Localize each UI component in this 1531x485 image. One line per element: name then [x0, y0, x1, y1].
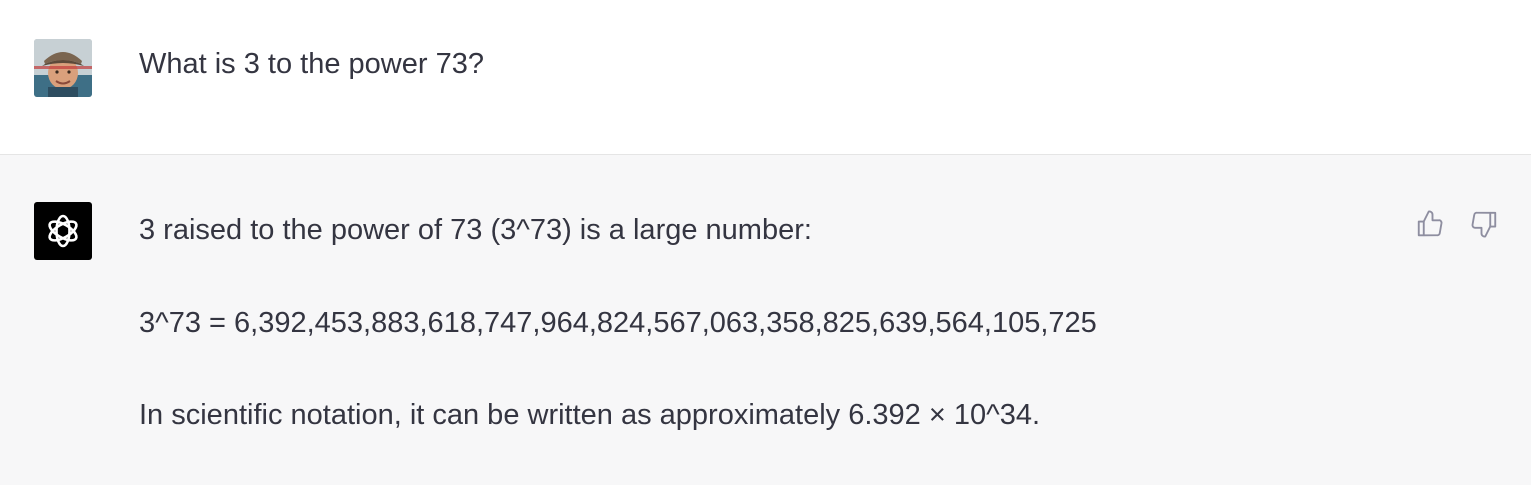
user-message-row: What is 3 to the power 73? [0, 0, 1531, 155]
openai-logo-icon [48, 214, 78, 248]
assistant-avatar [34, 202, 92, 260]
thumbs-down-icon [1471, 211, 1497, 238]
thumbs-up-icon [1417, 210, 1443, 237]
thumbs-up-button[interactable] [1413, 207, 1447, 241]
assistant-message-row: 3 raised to the power of 73 (3^73) is a … [0, 155, 1531, 485]
user-avatar [34, 39, 92, 97]
thumbs-down-button[interactable] [1467, 207, 1501, 241]
user-message-text: What is 3 to the power 73? [139, 48, 484, 80]
assistant-paragraph-scientific: In scientific notation, it can be writte… [139, 399, 1041, 431]
assistant-paragraph-value: 3^73 = 6,392,453,883,618,747,964,824,567… [139, 307, 1097, 339]
assistant-paragraph-intro: 3 raised to the power of 73 (3^73) is a … [139, 214, 812, 246]
chat-page: What is 3 to the power 73? 3 raised to t… [0, 0, 1531, 485]
user-photo-icon [34, 39, 92, 97]
